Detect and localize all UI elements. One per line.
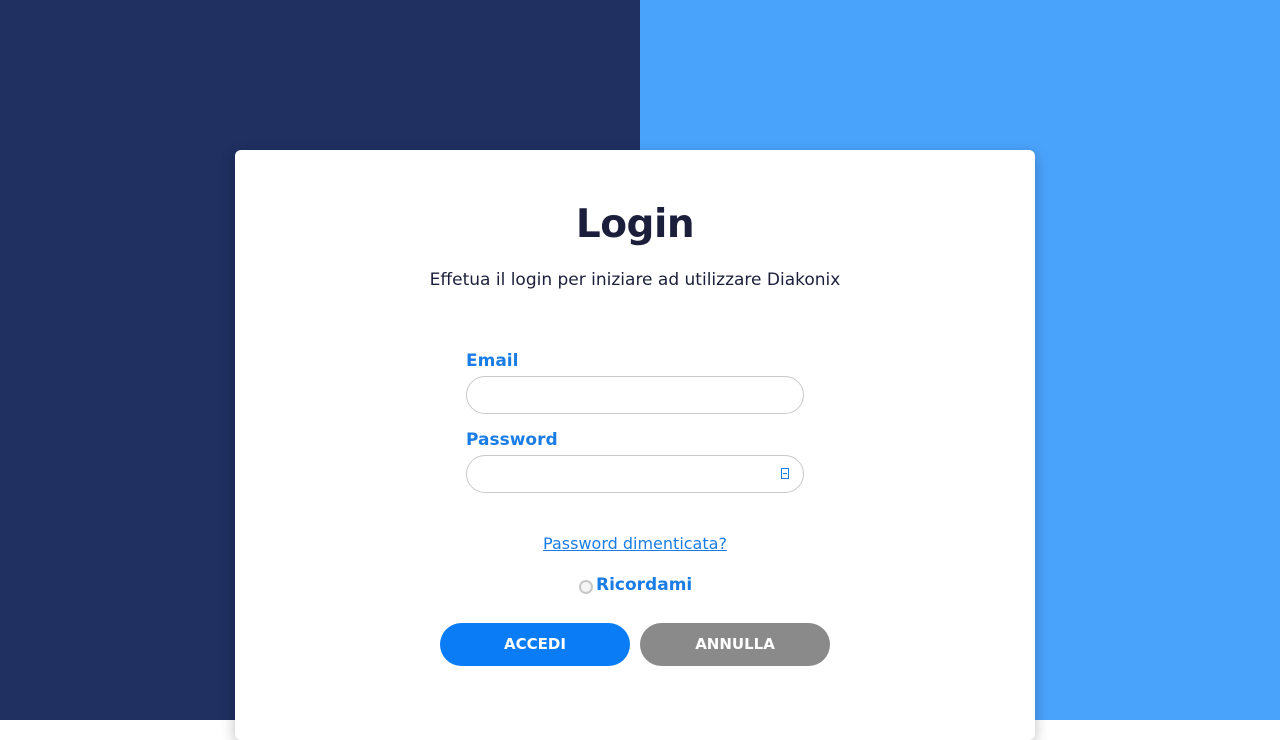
login-card: Login Effetua il login per iniziare ad u… bbox=[235, 150, 1035, 740]
login-button[interactable]: ACCEDI bbox=[440, 623, 630, 666]
remember-me-radio[interactable] bbox=[579, 579, 593, 594]
forgot-password-link[interactable]: Password dimenticata? bbox=[235, 534, 1035, 553]
remember-me-label[interactable]: Ricordami bbox=[596, 575, 692, 595]
page-subtitle: Effetua il login per iniziare ad utilizz… bbox=[429, 270, 841, 290]
password-field-wrapper bbox=[466, 455, 804, 493]
password-field[interactable] bbox=[467, 456, 773, 492]
eye-icon[interactable] bbox=[781, 468, 789, 479]
password-label: Password bbox=[466, 430, 558, 450]
cancel-button[interactable]: ANNULLA bbox=[640, 623, 830, 666]
email-label: Email bbox=[466, 351, 519, 371]
email-field[interactable] bbox=[467, 377, 773, 413]
remember-me[interactable]: Ricordami bbox=[579, 574, 692, 596]
email-field-wrapper bbox=[466, 376, 804, 414]
page-title: Login bbox=[575, 202, 695, 247]
